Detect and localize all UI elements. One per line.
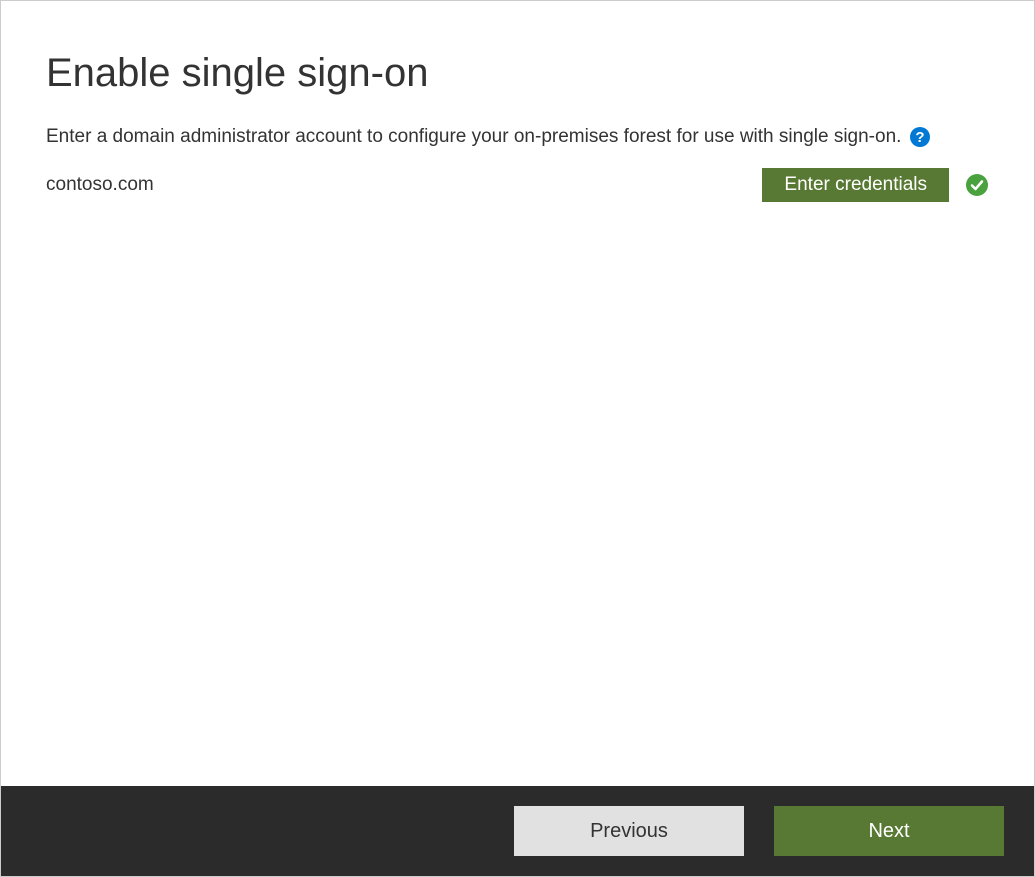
- checkmark-icon: [965, 173, 989, 197]
- help-icon[interactable]: ?: [909, 126, 931, 148]
- previous-button[interactable]: Previous: [514, 806, 744, 856]
- next-button[interactable]: Next: [774, 806, 1004, 856]
- enter-credentials-button[interactable]: Enter credentials: [762, 168, 949, 202]
- instruction-row: Enter a domain administrator account to …: [46, 126, 989, 148]
- credentials-group: Enter credentials: [762, 168, 989, 202]
- instruction-text: Enter a domain administrator account to …: [46, 126, 901, 148]
- domain-row: contoso.com Enter credentials: [46, 168, 989, 202]
- domain-name-label: contoso.com: [46, 174, 154, 196]
- footer-bar: Previous Next: [1, 786, 1034, 876]
- main-content: Enable single sign-on Enter a domain adm…: [1, 1, 1034, 786]
- svg-text:?: ?: [916, 129, 925, 146]
- page-title: Enable single sign-on: [46, 51, 989, 96]
